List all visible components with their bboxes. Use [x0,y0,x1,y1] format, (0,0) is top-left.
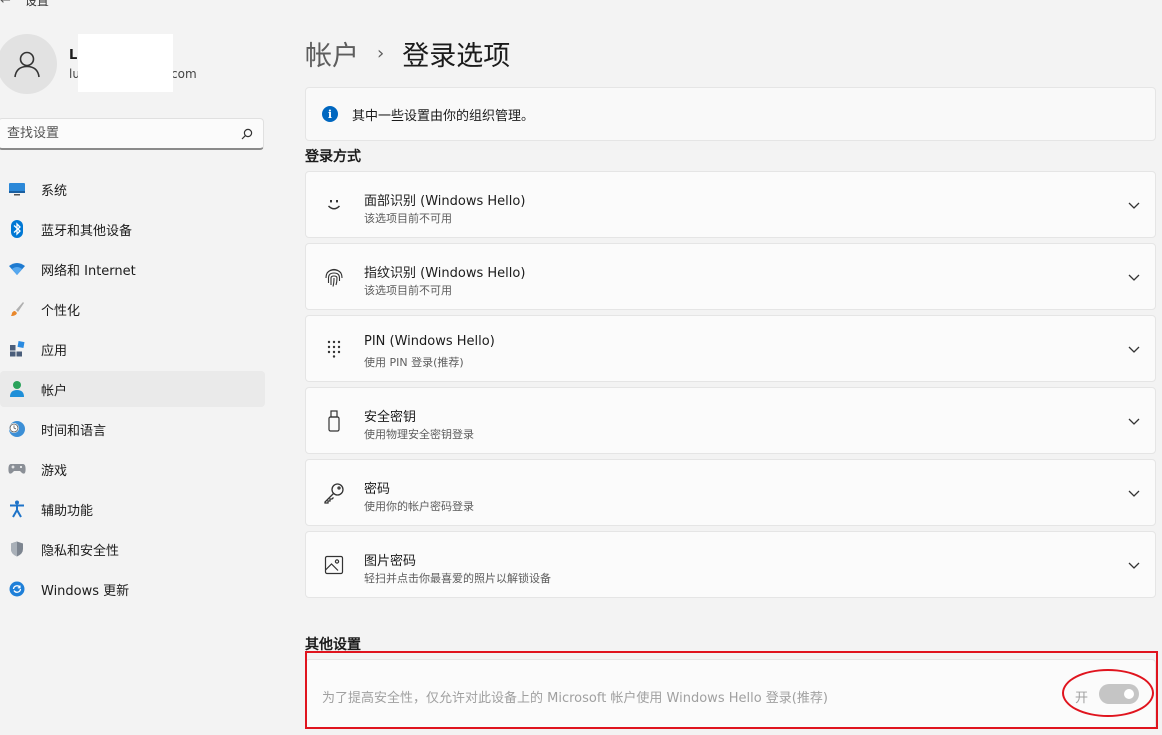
sidebar-item-label: 游戏 [41,463,68,479]
person-outline-icon [14,51,40,78]
settings-window: ← 设置 L lu com 查找设置 系统 蓝牙和其他设备 网络和 Intern… [0,0,1162,735]
option-title: 指纹识别 (Windows Hello) [364,266,526,281]
option-title: PIN (Windows Hello) [364,334,495,349]
search-box[interactable] [0,118,264,150]
profile-name: L [69,48,78,63]
option-subtitle: 轻扫并点击你最喜爱的照片以解锁设备 [364,572,551,585]
setting-description: 为了提高安全性，仅允许对此设备上的 Microsoft 帐户使用 Windows… [322,691,828,706]
option-subtitle: 使用物理安全密钥登录 [364,428,474,441]
sidebar-nav: 系统 蓝牙和其他设备 网络和 Internet 个性化 应用 帐户 时间和语言 … [0,171,270,611]
sidebar-item-label: 辅助功能 [41,503,94,519]
other-section-title: 其他设置 [305,637,361,653]
chevron-down-icon[interactable] [1127,198,1141,212]
update-icon [8,580,26,598]
sidebar-item-label: 蓝牙和其他设备 [41,223,133,239]
info-banner: i 其中一些设置由你的组织管理。 [305,87,1156,141]
profile-email-suffix: com [171,67,197,81]
option-title: 安全密钥 [364,410,417,425]
brush-icon [8,300,26,318]
search-input[interactable] [7,126,239,141]
breadcrumb: 帐户 › 登录选项 [305,34,510,73]
chevron-down-icon[interactable] [1127,270,1141,284]
windows-hello-only-toggle[interactable] [1099,684,1139,704]
sidebar-item-label: 系统 [41,183,68,199]
sidebar-item-label: 网络和 Internet [41,263,136,279]
sidebar-item-label: 个性化 [41,303,81,319]
profile-block[interactable]: L lu com [0,34,270,94]
signin-section-title: 登录方式 [305,149,361,165]
usb-key-icon [322,409,346,433]
signin-option-picture-password[interactable]: 图片密码 轻扫并点击你最喜爱的照片以解锁设备 [305,531,1156,598]
sidebar-item-label: 应用 [41,343,68,359]
signin-option-security-key[interactable]: 安全密钥 使用物理安全密钥登录 [305,387,1156,454]
redaction-box [78,34,173,92]
sidebar-item-bluetooth[interactable]: 蓝牙和其他设备 [0,211,265,247]
signin-option-pin[interactable]: PIN (Windows Hello) 使用 PIN 登录(推荐) [305,315,1156,382]
wifi-icon [8,260,26,278]
sidebar-item-time-language[interactable]: 时间和语言 [0,411,265,447]
option-subtitle: 使用 PIN 登录(推荐) [364,356,464,369]
sidebar-item-personalization[interactable]: 个性化 [0,291,265,327]
sidebar-item-privacy[interactable]: 隐私和安全性 [0,531,265,567]
chevron-down-icon[interactable] [1127,486,1141,500]
chevron-down-icon[interactable] [1127,342,1141,356]
toggle-state-label: 开 [1075,691,1089,706]
picture-icon [322,553,346,577]
sidebar-item-gaming[interactable]: 游戏 [0,451,265,487]
option-subtitle: 该选项目前不可用 [364,212,452,225]
sidebar-item-network[interactable]: 网络和 Internet [0,251,265,287]
person-icon [8,380,26,398]
page-title: 登录选项 [402,41,511,72]
shield-icon [8,540,26,558]
signin-option-fingerprint[interactable]: 指纹识别 (Windows Hello) 该选项目前不可用 [305,243,1156,310]
apps-icon [8,340,26,358]
chevron-down-icon[interactable] [1127,558,1141,572]
pin-keypad-icon [322,337,346,361]
info-banner-text: 其中一些设置由你的组织管理。 [352,108,535,124]
toggle-knob [1124,689,1134,699]
fingerprint-icon [322,265,346,289]
avatar [0,34,57,94]
option-subtitle: 使用你的帐户密码登录 [364,500,474,513]
face-icon [322,193,346,217]
sidebar: L lu com 系统 [0,0,275,735]
sidebar-item-system[interactable]: 系统 [0,171,265,207]
sidebar-item-accounts[interactable]: 帐户 [0,371,265,407]
gamepad-icon [8,460,26,478]
option-subtitle: 该选项目前不可用 [364,284,452,297]
sidebar-item-label: 隐私和安全性 [41,543,120,559]
sidebar-item-label: 时间和语言 [41,423,107,439]
sidebar-item-apps[interactable]: 应用 [0,331,265,367]
windows-hello-only-setting: 为了提高安全性，仅允许对此设备上的 Microsoft 帐户使用 Windows… [305,659,1156,729]
globe-clock-icon [8,420,26,438]
info-icon: i [322,106,338,122]
option-title: 图片密码 [364,554,417,569]
sidebar-item-label: Windows 更新 [41,583,130,599]
signin-option-face[interactable]: 面部识别 (Windows Hello) 该选项目前不可用 [305,171,1156,238]
accessibility-icon [8,500,26,518]
search-icon[interactable] [239,126,255,142]
bluetooth-icon [8,220,26,238]
option-title: 密码 [364,482,391,497]
monitor-icon [8,180,26,198]
sidebar-item-label: 帐户 [41,383,68,399]
option-title: 面部识别 (Windows Hello) [364,194,526,209]
sidebar-item-windows-update[interactable]: Windows 更新 [0,571,265,607]
breadcrumb-separator-icon: › [377,43,385,64]
sidebar-item-accessibility[interactable]: 辅助功能 [0,491,265,527]
signin-option-password[interactable]: 密码 使用你的帐户密码登录 [305,459,1156,526]
breadcrumb-parent[interactable]: 帐户 [305,34,359,73]
main-content: 帐户 › 登录选项 i 其中一些设置由你的组织管理。 登录方式 面部识别 (Wi… [305,0,1162,735]
chevron-down-icon[interactable] [1127,414,1141,428]
key-icon [322,481,346,505]
